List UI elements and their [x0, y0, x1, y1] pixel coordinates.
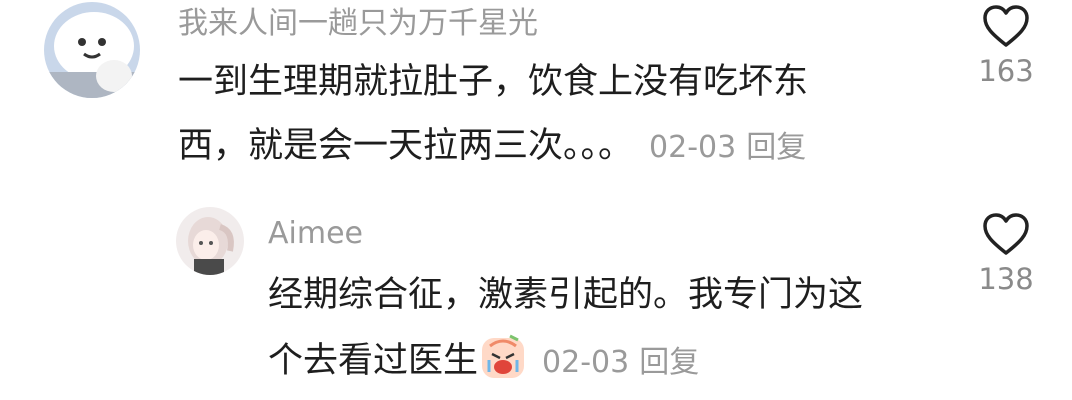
heart-icon — [983, 5, 1029, 47]
comment-thread: 我来人间一趟只为万千星光 一到生理期就拉肚子，饮食上没有吃坏东 西，就是会一天拉… — [0, 0, 1072, 400]
comment-text-line-with-meta: 个去看过医生 02-03 回复 — [268, 334, 699, 385]
like-button[interactable]: 138 — [966, 212, 1046, 296]
anime-girl-avatar-icon — [176, 207, 244, 275]
comment-text-line-with-meta: 西，就是会一天拉两三次。。。 02-03 回复 — [178, 124, 806, 170]
reply-button[interactable]: 回复 — [746, 130, 806, 165]
comment-username[interactable]: 我来人间一趟只为万千星光 — [178, 6, 538, 42]
user-avatar[interactable] — [176, 207, 244, 275]
heart-icon — [983, 213, 1029, 255]
user-avatar[interactable] — [44, 2, 140, 98]
like-count: 138 — [978, 262, 1034, 296]
comment-text: 西，就是会一天拉两三次。。。 — [178, 126, 634, 166]
comment-date: 02-03 — [649, 130, 737, 165]
comment-username[interactable]: Aimee — [268, 216, 363, 252]
crying-face-emoji-icon — [480, 334, 526, 380]
like-count: 163 — [978, 54, 1034, 88]
reply-button[interactable]: 回复 — [639, 345, 699, 380]
cartoon-bun-avatar-icon — [44, 2, 140, 98]
comment-text: 个去看过医生 — [268, 341, 479, 381]
comment-text-line: 一到生理期就拉肚子，饮食上没有吃坏东 — [178, 62, 809, 102]
like-button[interactable]: 163 — [966, 4, 1046, 88]
comment-text-line: 经期综合征，激素引起的。我专门为这 — [268, 275, 864, 315]
comment-date: 02-03 — [542, 345, 630, 380]
